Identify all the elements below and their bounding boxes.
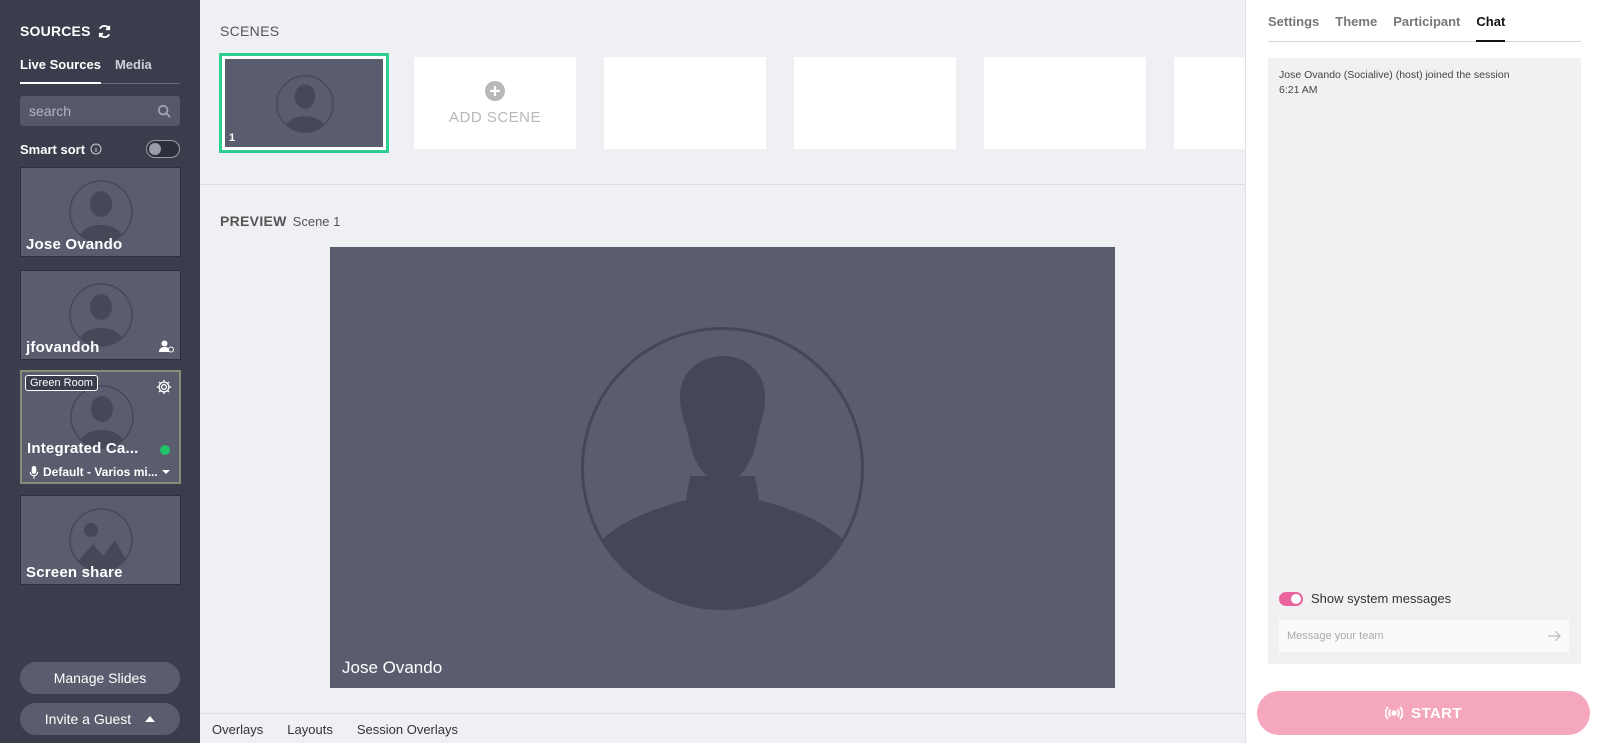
empty-scene-slot[interactable] (794, 57, 956, 149)
smart-sort-label: Smart sort (20, 141, 86, 157)
start-label: START (1411, 704, 1462, 722)
refresh-icon[interactable] (97, 24, 112, 39)
sources-sidebar: SOURCES Live Sources Media Smart sort (0, 0, 200, 743)
manage-slides-button[interactable]: Manage Slides (20, 662, 180, 694)
tab-media[interactable]: Media (115, 57, 152, 83)
empty-scene-slot[interactable] (604, 57, 766, 149)
search-box (20, 96, 180, 126)
broadcast-icon (1385, 706, 1404, 720)
section-divider (200, 184, 1245, 185)
tab-chat[interactable]: Chat (1476, 14, 1506, 42)
source-card-screen-share[interactable]: Screen share (20, 495, 181, 585)
source-card-jfovandoh[interactable]: jfovandoh (20, 270, 181, 360)
chevron-up-icon (145, 716, 156, 722)
plus-circle-icon (485, 81, 505, 101)
show-system-toggle[interactable] (1279, 591, 1303, 606)
source-tabs: Live Sources Media (20, 57, 180, 84)
search-input[interactable] (29, 103, 149, 119)
tab-session-overlays[interactable]: Session Overlays (357, 722, 458, 737)
source-card-jose-ovando[interactable]: Jose Ovando (20, 167, 181, 257)
scene-thumbnail-preview: 1 (224, 58, 384, 148)
send-arrow-icon[interactable] (1547, 630, 1561, 642)
preview-title: PREVIEW (220, 213, 287, 229)
avatar-placeholder-icon (581, 327, 864, 610)
tab-settings[interactable]: Settings (1268, 14, 1319, 41)
empty-scene-slot[interactable] (1174, 57, 1245, 149)
source-name: Jose Ovando (26, 236, 123, 253)
avatar-placeholder-icon (276, 75, 334, 133)
show-system-row: Show system messages (1279, 591, 1451, 606)
microphone-icon (29, 465, 39, 479)
green-room-badge: Green Room (25, 375, 98, 391)
message-box (1279, 620, 1569, 652)
preview-participant-name: Jose Ovando (342, 658, 443, 677)
avatar-placeholder-icon (69, 180, 133, 244)
image-placeholder-icon (69, 508, 133, 572)
live-status-dot (160, 445, 170, 455)
preview-header: PREVIEW Scene 1 (220, 213, 340, 229)
right-panel: Settings Theme Participant Chat Jose Ova… (1245, 0, 1600, 743)
mic-label: Default - Varios mi... (43, 465, 158, 479)
chevron-down-icon (161, 470, 170, 474)
tab-participant[interactable]: Participant (1393, 14, 1460, 41)
mic-selector[interactable]: Default - Varios mi... (29, 465, 170, 479)
tab-layouts[interactable]: Layouts (287, 722, 333, 737)
source-name: jfovandoh (26, 339, 100, 356)
panel-tabs: Settings Theme Participant Chat (1268, 14, 1581, 42)
tab-overlays[interactable]: Overlays (212, 722, 263, 737)
add-scene-button[interactable]: ADD SCENE (414, 57, 576, 149)
start-button[interactable]: START (1257, 691, 1590, 735)
info-icon[interactable] (90, 143, 102, 155)
show-system-label: Show system messages (1311, 591, 1452, 606)
tab-live-sources[interactable]: Live Sources (20, 57, 101, 84)
source-name: Integrated Ca... (27, 440, 139, 457)
search-icon[interactable] (157, 104, 171, 118)
add-scene-label: ADD SCENE (448, 109, 542, 126)
system-message: Jose Ovando (Socialive) (host) joined th… (1279, 69, 1510, 96)
sources-header: SOURCES (20, 23, 112, 39)
source-card-integrated-camera[interactable]: Green Room Integrated Ca... Default - Va… (20, 370, 181, 484)
main-area: SCENES 1 ADD SCENE PREVIEW Scene 1 Jose … (200, 0, 1245, 743)
smart-sort-row: Smart sort (20, 139, 180, 159)
preview-scene-name: Scene 1 (292, 214, 341, 229)
tab-theme[interactable]: Theme (1335, 14, 1377, 41)
source-name: Screen share (26, 564, 123, 581)
preview-canvas[interactable]: Jose Ovando (330, 247, 1115, 688)
scene-number: 1 (229, 132, 236, 144)
scenes-title: SCENES (220, 23, 280, 39)
avatar-placeholder-icon (69, 283, 133, 347)
invite-guest-button[interactable]: Invite a Guest (20, 703, 180, 735)
sources-title: SOURCES (20, 23, 91, 39)
invite-guest-label: Invite a Guest (44, 711, 132, 727)
guest-user-icon (159, 340, 174, 353)
gear-icon[interactable] (155, 378, 173, 396)
scene-thumbnail-1[interactable]: 1 (219, 53, 389, 153)
chat-panel: Jose Ovando (Socialive) (host) joined th… (1268, 58, 1581, 664)
bottom-tabs: Overlays Layouts Session Overlays (200, 713, 1245, 743)
smart-sort-toggle[interactable] (146, 140, 180, 158)
scene-strip: 1 ADD SCENE (200, 53, 1245, 157)
message-input[interactable] (1287, 630, 1527, 642)
empty-scene-slot[interactable] (984, 57, 1146, 149)
